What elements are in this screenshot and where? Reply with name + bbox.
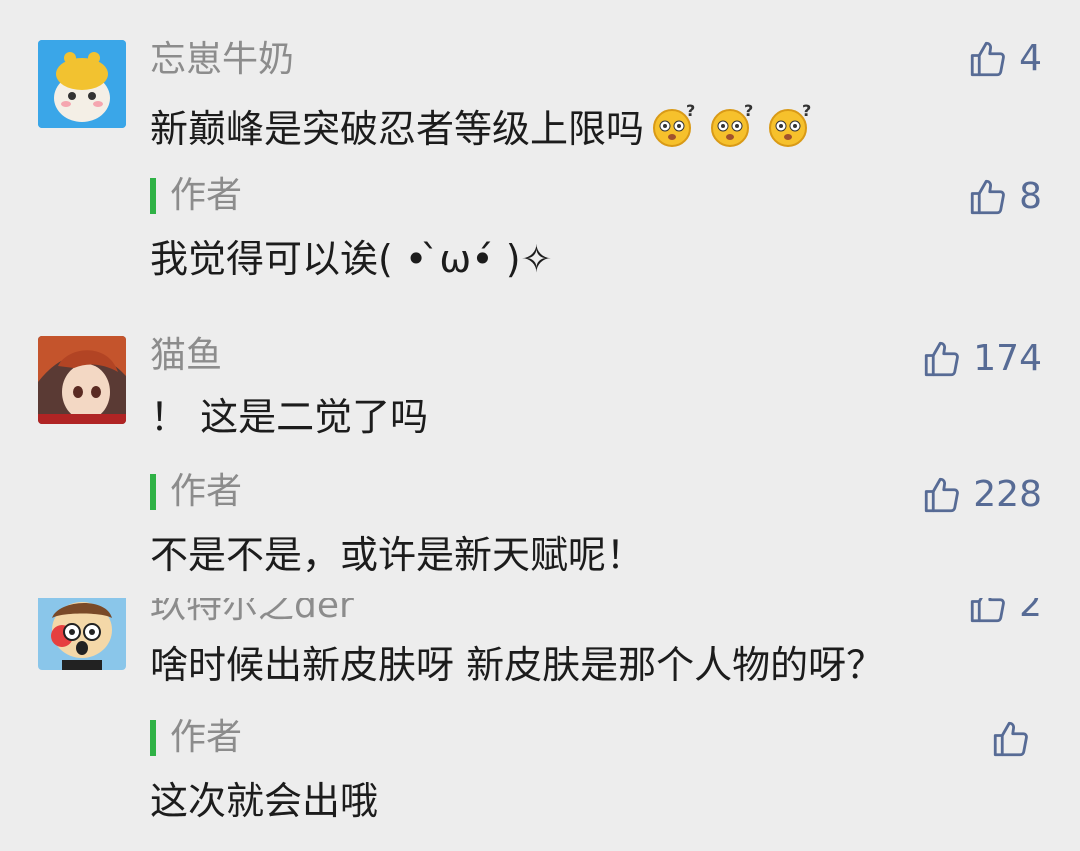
- reply-like-button[interactable]: 228: [921, 474, 1042, 516]
- avatar[interactable]: [38, 40, 126, 128]
- reply-like-button[interactable]: [990, 718, 1042, 760]
- reply-text: 我觉得可以诶( • ̀ω•́ )✧: [150, 237, 553, 281]
- thumbs-up-icon: [925, 341, 960, 377]
- svg-text:?: ?: [686, 102, 695, 120]
- confused-face-emoji: ?: [653, 102, 695, 147]
- thumbs-up-icon: [970, 598, 1005, 623]
- comment-text: 啥时候出新皮肤呀 新皮肤是那个人物的呀？: [150, 643, 885, 687]
- thumbs-up-icon: [970, 41, 1005, 77]
- comment-text: ！ 这是二觉了吗: [150, 395, 429, 439]
- avatar[interactable]: [38, 598, 126, 670]
- svg-text:?: ?: [802, 102, 811, 120]
- reply-text: 这次就会出哦: [150, 779, 379, 823]
- comment-username[interactable]: 猫鱼: [150, 338, 222, 374]
- author-label: 作者: [150, 720, 242, 756]
- svg-text:?: ?: [744, 102, 753, 120]
- like-count: 228: [973, 474, 1042, 515]
- like-button[interactable]: 2: [967, 598, 1042, 626]
- like-count: 174: [973, 338, 1042, 379]
- thumbs-up-icon: [925, 477, 960, 513]
- like-button[interactable]: 4: [967, 38, 1042, 80]
- thumbs-up-icon: [993, 721, 1028, 757]
- like-count: 4: [1019, 38, 1042, 79]
- avatar[interactable]: [38, 336, 126, 424]
- like-button[interactable]: 174: [921, 338, 1042, 380]
- comment-text-content: 新巅峰是突破忍者等级上限吗: [150, 107, 645, 151]
- comment-text: 新巅峰是突破忍者等级上限吗???: [150, 102, 818, 148]
- author-label: 作者: [150, 474, 242, 510]
- comment-username[interactable]: 玖特尔之der: [150, 598, 354, 624]
- confused-face-emoji: ?: [711, 102, 753, 147]
- clipped-header: 玖特尔之der 2: [0, 598, 1080, 626]
- reply-like-button[interactable]: 8: [967, 176, 1042, 218]
- author-label: 作者: [150, 178, 242, 214]
- reply-text: 不是不是，或许是新天赋呢！: [150, 533, 645, 577]
- confused-face-emoji: ?: [769, 102, 811, 147]
- thumbs-up-icon: [970, 179, 1005, 215]
- comment-username[interactable]: 忘崽牛奶: [150, 42, 294, 78]
- like-count: 8: [1019, 176, 1042, 217]
- like-count: 2: [1019, 598, 1042, 625]
